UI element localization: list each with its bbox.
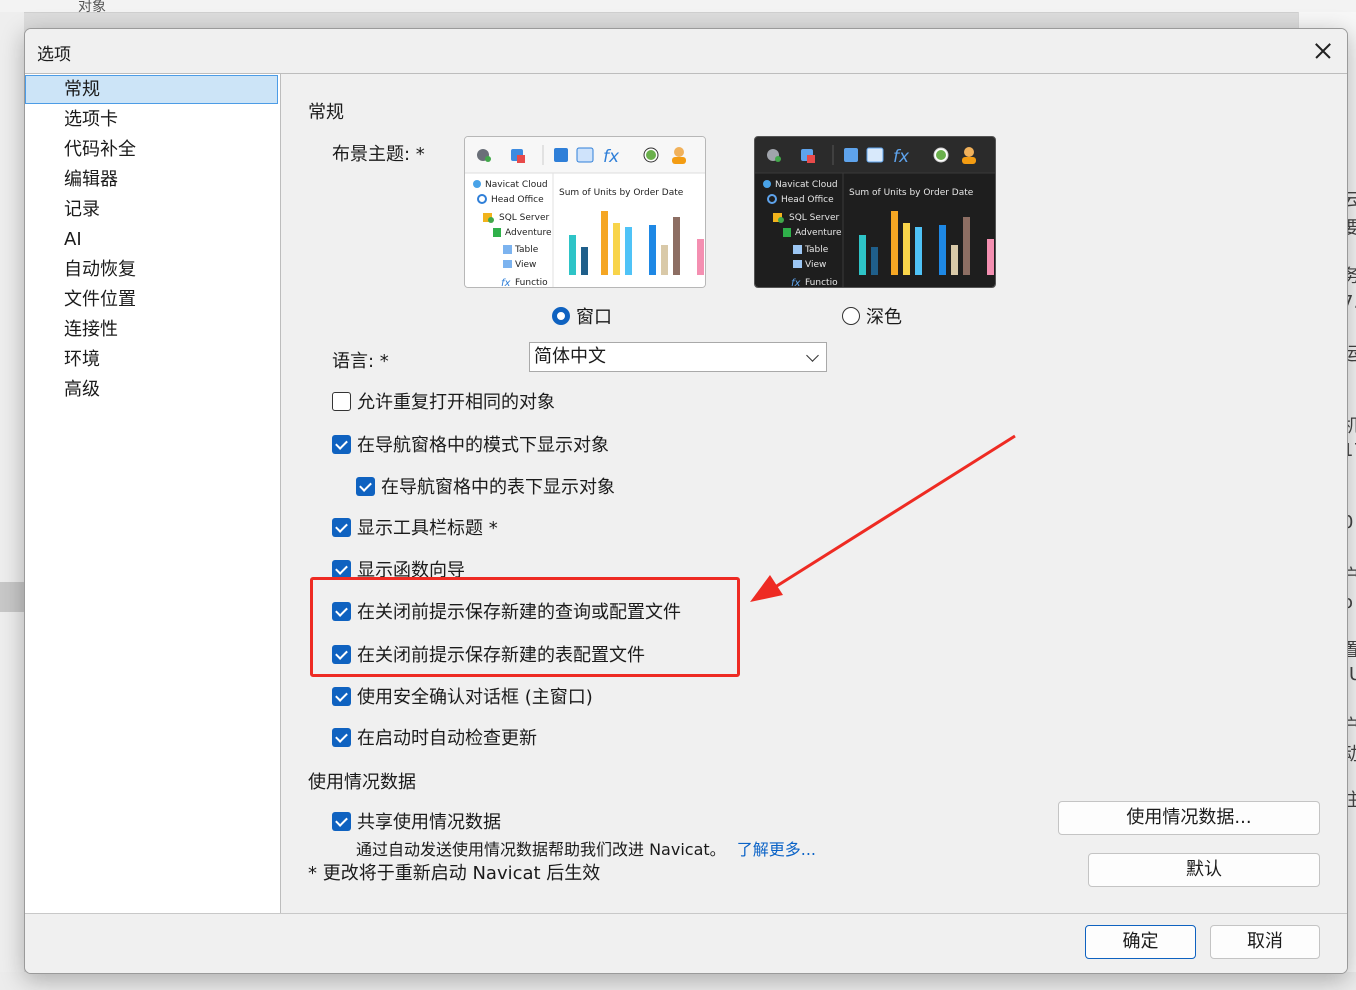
annotation-arrow	[750, 434, 1016, 602]
